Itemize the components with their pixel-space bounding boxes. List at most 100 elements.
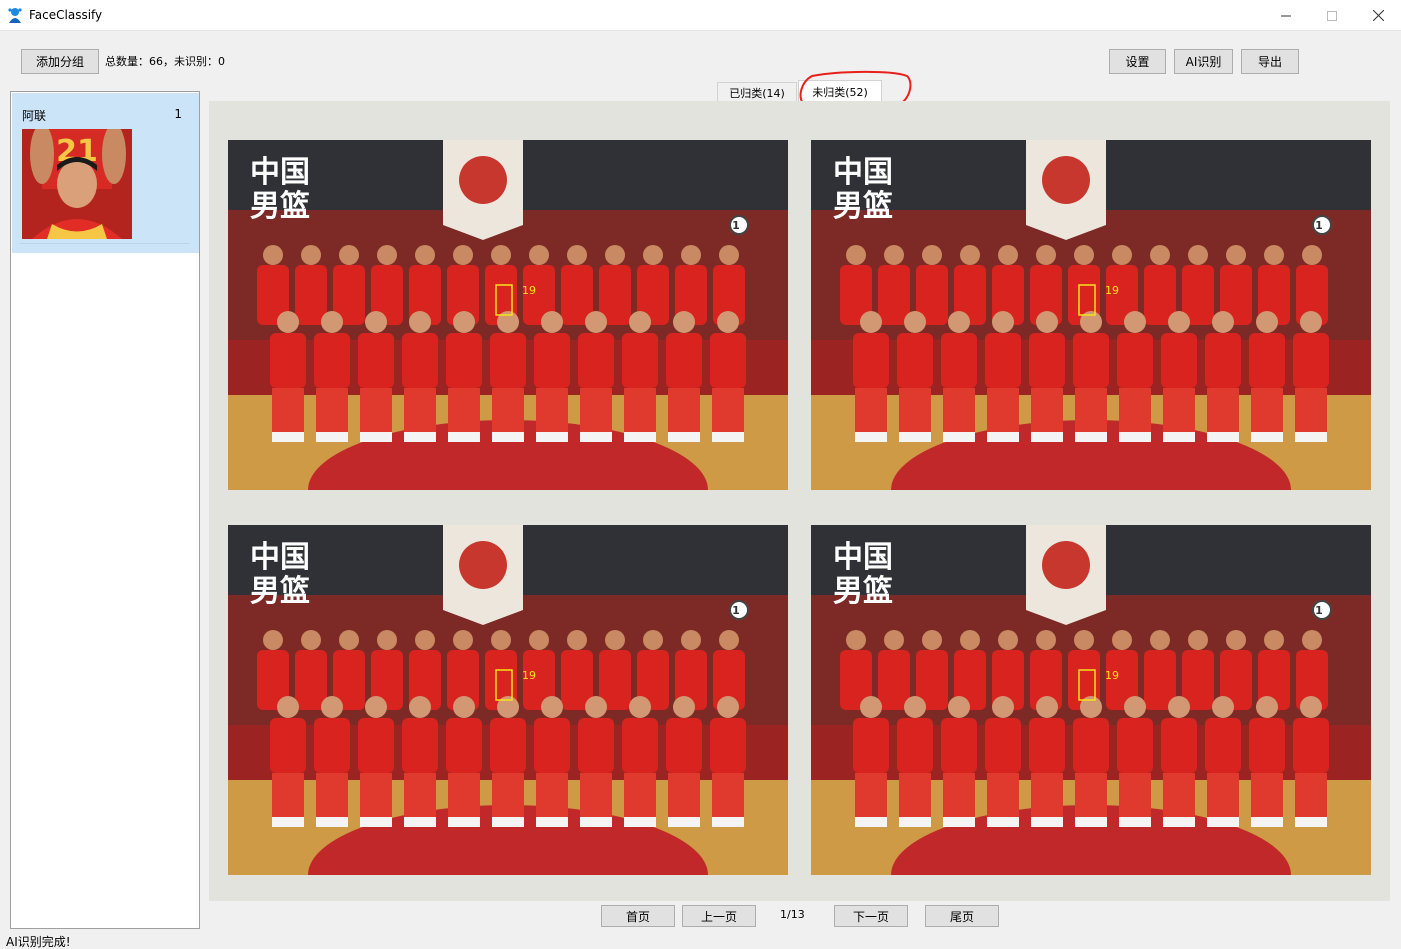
player-head (585, 311, 607, 333)
first-page-button[interactable]: 首页 (601, 905, 675, 927)
minimize-button[interactable] (1263, 0, 1309, 31)
player-head (529, 245, 549, 265)
player-shoes (360, 817, 392, 827)
player-head (541, 696, 563, 718)
close-button[interactable] (1355, 0, 1401, 31)
player-shoes (855, 432, 887, 442)
photo-badge: 1 (1315, 219, 1323, 232)
player-shoes (580, 817, 612, 827)
player-head (541, 311, 563, 333)
player-jersey (1117, 333, 1153, 388)
player-legs (668, 773, 700, 818)
team-photo-scene (228, 525, 788, 875)
export-button[interactable]: 导出 (1241, 49, 1299, 74)
add-group-button[interactable]: 添加分组 (21, 49, 99, 74)
player-shoes (1251, 432, 1283, 442)
player-jersey (666, 718, 702, 773)
player-legs (360, 773, 392, 818)
player-shoes (492, 432, 524, 442)
player-shoes (712, 817, 744, 827)
player-shoes (1119, 817, 1151, 827)
player-jersey (878, 265, 910, 325)
photo-card[interactable]: 中国 男篮 19 1 (228, 140, 788, 490)
player-head (1300, 696, 1322, 718)
photo-grid: 中国 男篮 19 1 中国 男篮 19 1 中国 男篮 19 1 中国 男篮 1… (209, 101, 1390, 901)
player-head (1300, 311, 1322, 333)
player-head (1124, 696, 1146, 718)
player-shoes (272, 817, 304, 827)
tab-classified[interactable]: 已归类(14) (717, 82, 797, 102)
player-head (860, 696, 882, 718)
player-legs (1207, 388, 1239, 433)
player-jersey (534, 333, 570, 388)
player-head (1226, 245, 1246, 265)
player-shoes (712, 432, 744, 442)
player-shoes (360, 432, 392, 442)
player-head (1188, 630, 1208, 650)
player-head (1226, 630, 1246, 650)
player-jersey (1029, 718, 1065, 773)
player-head (1302, 245, 1322, 265)
player-head (567, 630, 587, 650)
player-legs (712, 773, 744, 818)
player-shoes (1295, 817, 1327, 827)
player-jersey (1249, 718, 1285, 773)
player-shoes (855, 817, 887, 827)
player-jersey (314, 718, 350, 773)
player-legs (712, 388, 744, 433)
player-head (1036, 696, 1058, 718)
player-legs (1295, 773, 1327, 818)
player-jersey (402, 333, 438, 388)
player-head (453, 311, 475, 333)
player-head (585, 696, 607, 718)
player-jersey (490, 333, 526, 388)
last-page-button[interactable]: 尾页 (925, 905, 999, 927)
player-head (377, 245, 397, 265)
group-item[interactable]: 阿联 1 21 (12, 93, 199, 253)
player-head (263, 630, 283, 650)
player-shoes (1031, 432, 1063, 442)
player-legs (1251, 388, 1283, 433)
photo-badge: 1 (732, 219, 740, 232)
close-icon (1372, 10, 1384, 21)
photo-headline-bottom: 男篮 (250, 574, 310, 609)
player-shoes (943, 432, 975, 442)
player-head (846, 245, 866, 265)
player-jersey (666, 333, 702, 388)
player-shoes (316, 817, 348, 827)
team-photo-image: 中国 男篮 19 1 (811, 140, 1371, 490)
player-legs (1251, 773, 1283, 818)
player-head (567, 245, 587, 265)
player-head (453, 696, 475, 718)
maximize-button[interactable] (1309, 0, 1355, 31)
player-jersey (1205, 718, 1241, 773)
player-shoes (492, 817, 524, 827)
player-head (1212, 696, 1234, 718)
player-legs (1163, 388, 1195, 433)
settings-button[interactable]: 设置 (1109, 49, 1166, 74)
player-head (605, 630, 625, 650)
tab-unclassified[interactable]: 未归类(52) (798, 80, 882, 102)
player-legs (448, 773, 480, 818)
group-count: 1 (174, 107, 182, 121)
photo-card[interactable]: 中国 男篮 19 1 (811, 525, 1371, 875)
player-jersey (446, 718, 482, 773)
photo-card[interactable]: 中国 男篮 19 1 (228, 525, 788, 875)
player-head (992, 696, 1014, 718)
maximize-icon (1327, 10, 1337, 21)
status-text: AI识别完成! (6, 935, 71, 949)
photo-headline-bottom: 男篮 (833, 189, 893, 224)
player-head (491, 630, 511, 650)
player-head (1212, 311, 1234, 333)
player-shoes (1207, 817, 1239, 827)
player-legs (899, 773, 931, 818)
ai-recognize-button[interactable]: AI识别 (1174, 49, 1233, 74)
player-legs (899, 388, 931, 433)
prev-page-button[interactable]: 上一页 (682, 905, 756, 927)
player-legs (536, 388, 568, 433)
next-page-button[interactable]: 下一页 (834, 905, 908, 927)
player-head (365, 696, 387, 718)
player-shoes (624, 817, 656, 827)
photo-card[interactable]: 中国 男篮 19 1 (811, 140, 1371, 490)
group-sidebar: 阿联 1 21 (10, 91, 200, 929)
